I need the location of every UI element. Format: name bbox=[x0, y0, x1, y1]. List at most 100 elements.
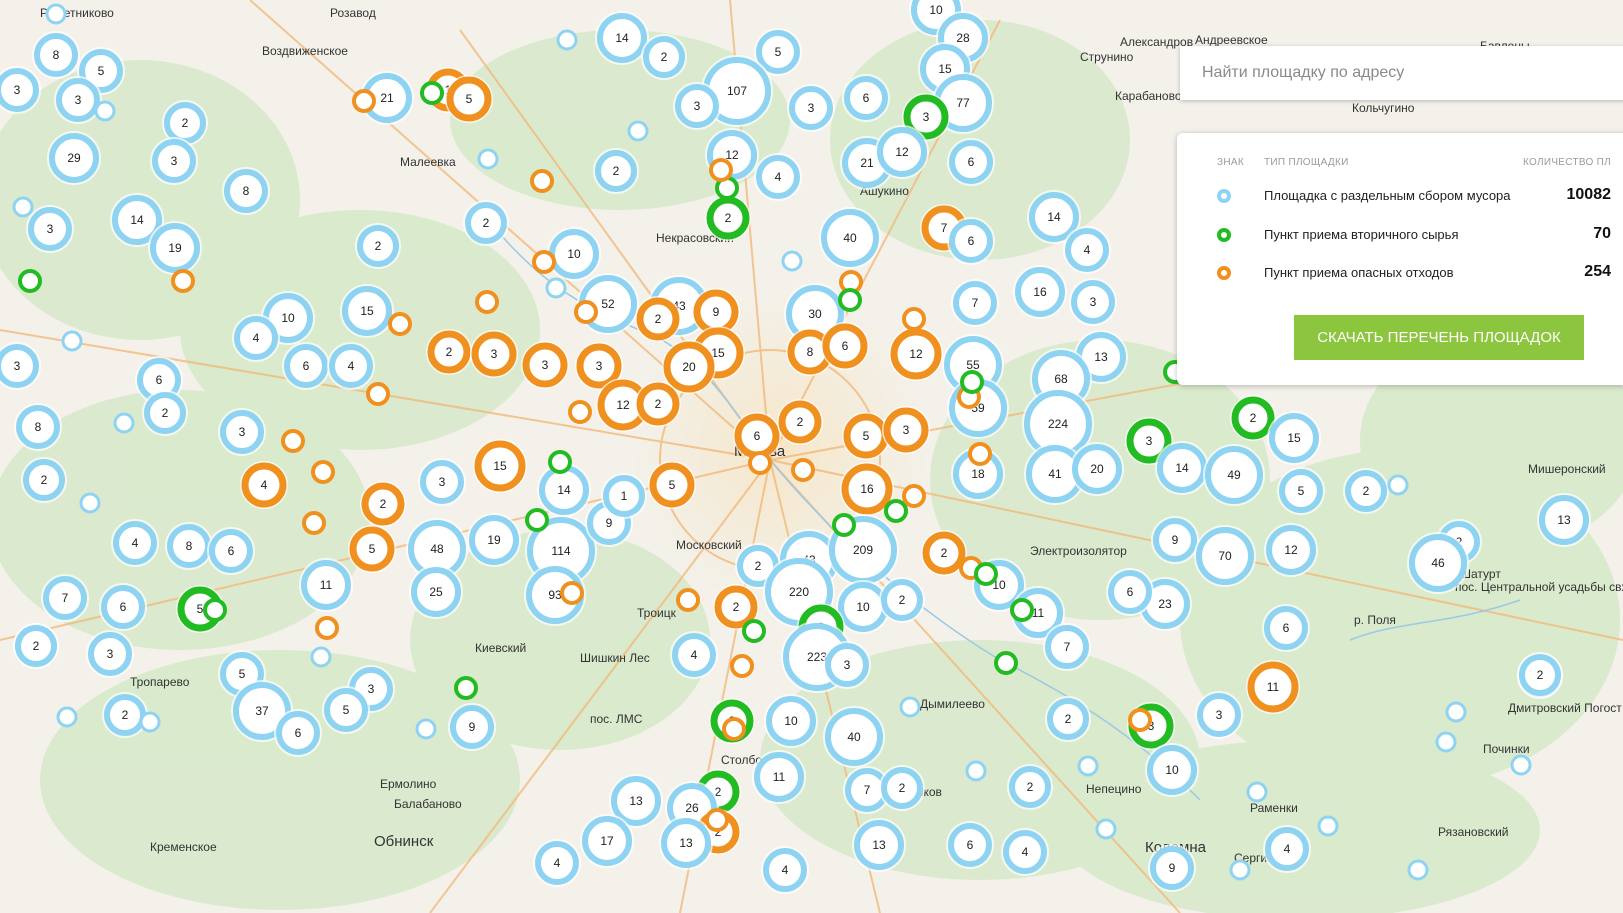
single-point-marker[interactable] bbox=[965, 760, 987, 782]
cluster-marker[interactable]: 15 bbox=[473, 439, 527, 493]
single-point-marker[interactable] bbox=[560, 581, 584, 605]
cluster-marker[interactable]: 7 bbox=[1043, 623, 1091, 671]
cluster-marker[interactable]: 2 bbox=[13, 623, 59, 669]
cluster-marker[interactable]: 6 bbox=[821, 322, 869, 370]
cluster-marker[interactable]: 12 bbox=[889, 327, 943, 381]
cluster-marker[interactable]: 25 bbox=[409, 565, 463, 619]
cluster-marker[interactable]: 5 bbox=[445, 75, 493, 123]
cluster-marker[interactable]: 13 bbox=[659, 816, 713, 870]
single-point-marker[interactable] bbox=[781, 250, 803, 272]
cluster-marker[interactable]: 8 bbox=[32, 31, 80, 79]
single-point-marker[interactable] bbox=[791, 458, 815, 482]
single-point-marker[interactable] bbox=[1095, 818, 1117, 840]
cluster-marker[interactable]: 5 bbox=[348, 525, 396, 573]
single-point-marker[interactable] bbox=[310, 646, 332, 668]
cluster-marker[interactable]: 4 bbox=[761, 846, 809, 894]
cluster-marker[interactable]: 14 bbox=[595, 11, 649, 65]
cluster-marker[interactable]: 17 bbox=[580, 814, 634, 868]
cluster-marker[interactable]: 2 bbox=[635, 381, 681, 427]
cluster-marker[interactable]: 8 bbox=[222, 167, 270, 215]
cluster-marker[interactable]: 2 bbox=[879, 577, 925, 623]
cluster-marker[interactable]: 2 bbox=[777, 399, 823, 445]
cluster-marker[interactable]: 9 bbox=[1151, 516, 1199, 564]
cluster-marker[interactable]: 2 bbox=[1045, 696, 1091, 742]
single-point-marker[interactable] bbox=[902, 307, 926, 331]
cluster-marker[interactable]: 12 bbox=[875, 125, 929, 179]
cluster-marker[interactable]: 4 bbox=[232, 314, 280, 362]
single-point-marker[interactable] bbox=[56, 706, 78, 728]
cluster-marker[interactable]: 49 bbox=[1203, 444, 1265, 506]
cluster-marker[interactable]: 19 bbox=[467, 513, 521, 567]
single-point-marker[interactable] bbox=[722, 717, 746, 741]
cluster-marker[interactable]: 4 bbox=[111, 519, 159, 567]
single-point-marker[interactable] bbox=[627, 120, 649, 142]
cluster-marker[interactable]: 14 bbox=[1155, 441, 1209, 495]
cluster-marker[interactable]: 16 bbox=[1013, 265, 1067, 319]
cluster-marker[interactable]: 7 bbox=[41, 574, 89, 622]
cluster-marker[interactable]: 15 bbox=[1267, 411, 1321, 465]
cluster-marker[interactable]: 40 bbox=[819, 207, 881, 269]
single-point-marker[interactable] bbox=[477, 148, 499, 170]
cluster-marker[interactable]: 3 bbox=[418, 458, 466, 506]
cluster-marker[interactable]: 3 bbox=[1069, 278, 1117, 326]
single-point-marker[interactable] bbox=[568, 400, 592, 424]
single-point-marker[interactable] bbox=[61, 330, 83, 352]
cluster-marker[interactable]: 12 bbox=[1264, 523, 1318, 577]
cluster-marker[interactable]: 6 bbox=[842, 74, 890, 122]
cluster-marker[interactable]: 6 bbox=[946, 821, 994, 869]
single-point-marker[interactable] bbox=[420, 81, 444, 105]
single-point-marker[interactable] bbox=[1128, 708, 1152, 732]
cluster-marker[interactable]: 3 bbox=[0, 66, 41, 114]
cluster-marker[interactable]: 2 bbox=[879, 765, 925, 811]
cluster-marker[interactable]: 6 bbox=[1106, 568, 1154, 616]
cluster-marker[interactable]: 29 bbox=[47, 131, 101, 185]
download-list-button[interactable]: СКАЧАТЬ ПЕРЕЧЕНЬ ПЛОЩАДОК bbox=[1294, 315, 1584, 360]
single-point-marker[interactable] bbox=[574, 300, 598, 324]
single-point-marker[interactable] bbox=[525, 508, 549, 532]
cluster-marker[interactable]: 4 bbox=[1063, 226, 1111, 274]
single-point-marker[interactable] bbox=[311, 460, 335, 484]
single-point-marker[interactable] bbox=[974, 562, 998, 586]
single-point-marker[interactable] bbox=[960, 370, 984, 394]
cluster-marker[interactable]: 5 bbox=[322, 686, 370, 734]
cluster-marker[interactable]: 10 bbox=[547, 227, 601, 281]
single-point-marker[interactable] bbox=[281, 429, 305, 453]
single-point-marker[interactable] bbox=[415, 718, 437, 740]
cluster-marker[interactable]: 40 bbox=[823, 706, 885, 768]
single-point-marker[interactable] bbox=[1445, 701, 1467, 723]
cluster-marker[interactable]: 13 bbox=[852, 818, 906, 872]
single-point-marker[interactable] bbox=[1246, 781, 1268, 803]
cluster-marker[interactable]: 2 bbox=[102, 692, 148, 738]
single-point-marker[interactable] bbox=[388, 312, 412, 336]
cluster-marker[interactable]: 20 bbox=[1070, 442, 1124, 496]
single-point-marker[interactable] bbox=[352, 89, 376, 113]
cluster-marker[interactable]: 3 bbox=[787, 84, 835, 132]
single-point-marker[interactable] bbox=[475, 290, 499, 314]
cluster-marker[interactable]: 2 bbox=[705, 195, 751, 241]
single-point-marker[interactable] bbox=[1510, 754, 1532, 776]
cluster-marker[interactable]: 3 bbox=[521, 341, 569, 389]
single-point-marker[interactable] bbox=[454, 676, 478, 700]
cluster-marker[interactable]: 5 bbox=[1277, 467, 1325, 515]
cluster-marker[interactable]: 15 bbox=[340, 284, 394, 338]
single-point-marker[interactable] bbox=[1010, 598, 1034, 622]
cluster-marker[interactable]: 6 bbox=[99, 583, 147, 631]
single-point-marker[interactable] bbox=[139, 711, 161, 733]
cluster-marker[interactable]: 46 bbox=[1407, 532, 1469, 594]
single-point-marker[interactable] bbox=[45, 3, 67, 25]
cluster-marker[interactable]: 4 bbox=[754, 153, 802, 201]
single-point-marker[interactable] bbox=[902, 484, 926, 508]
cluster-marker[interactable]: 19 bbox=[148, 221, 202, 275]
cluster-marker[interactable]: 13 bbox=[1537, 493, 1591, 547]
cluster-marker[interactable]: 4 bbox=[1001, 828, 1049, 876]
cluster-marker[interactable]: 4 bbox=[1263, 825, 1311, 873]
cluster-marker[interactable]: 2 bbox=[1343, 468, 1389, 514]
single-point-marker[interactable] bbox=[705, 808, 729, 832]
single-point-marker[interactable] bbox=[709, 158, 733, 182]
cluster-marker[interactable]: 2 bbox=[142, 390, 188, 436]
single-point-marker[interactable] bbox=[302, 511, 326, 535]
cluster-marker[interactable]: 4 bbox=[240, 461, 288, 509]
cluster-marker[interactable]: 6 bbox=[1262, 604, 1310, 652]
single-point-marker[interactable] bbox=[532, 250, 556, 274]
cluster-marker[interactable]: 2 bbox=[21, 457, 67, 503]
